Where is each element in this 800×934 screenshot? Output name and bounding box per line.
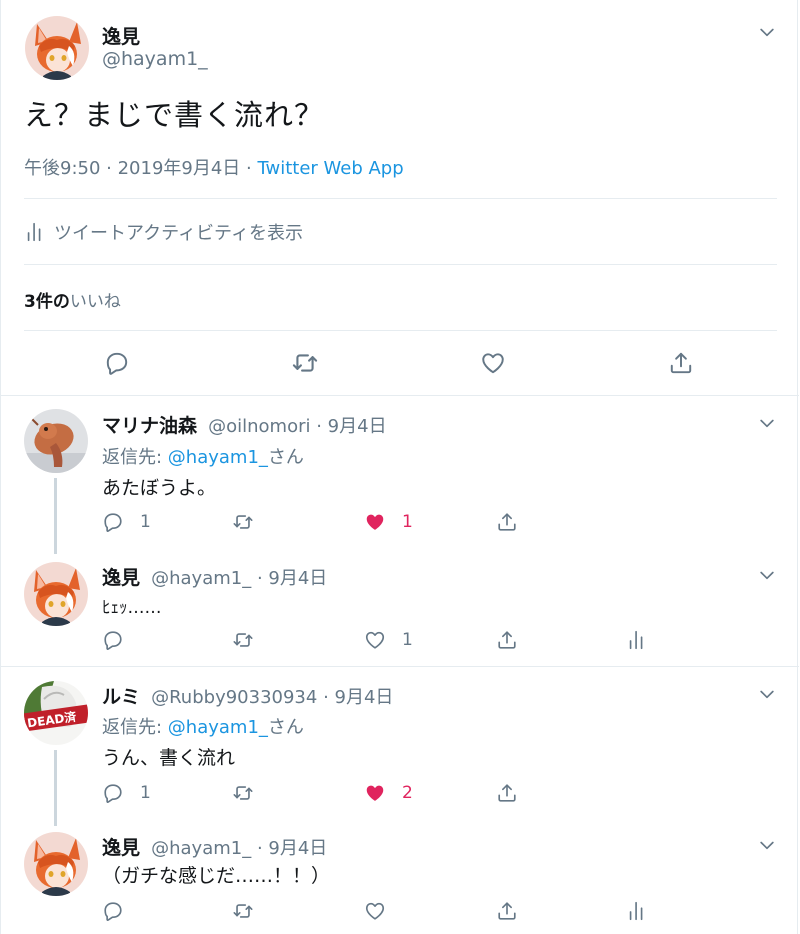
like-button[interactable] bbox=[480, 350, 506, 376]
tweet-timestamp: 午後9:50 · 2019年9月4日 · Twitter Web App bbox=[24, 154, 404, 180]
reply-header: ルミ @Rubby90330934 · 9月4日 bbox=[102, 682, 393, 709]
like-button[interactable] bbox=[364, 898, 386, 924]
author-name[interactable]: 逸見 bbox=[102, 837, 140, 859]
reply-to-prefix: 返信先: bbox=[102, 447, 168, 468]
reply-header: 逸見 @hayam1_ · 9月4日 bbox=[102, 563, 327, 590]
reply-text: あたぼうよ。 bbox=[102, 477, 217, 499]
like-button[interactable]: 1 bbox=[364, 509, 413, 535]
author-name[interactable]: 逸見 bbox=[102, 567, 140, 589]
divider bbox=[24, 198, 777, 199]
analytics-button[interactable] bbox=[626, 898, 648, 924]
retweet-button[interactable] bbox=[232, 898, 254, 924]
author-name[interactable]: ルミ bbox=[102, 686, 140, 708]
reply-to-handle[interactable]: @hayam1_ bbox=[168, 447, 268, 468]
author-name[interactable]: 逸見 bbox=[102, 22, 140, 49]
reply-to-handle[interactable]: @hayam1_ bbox=[168, 717, 268, 738]
reply-text: （ガチな感じだ……！！） bbox=[102, 865, 331, 887]
retweet-button[interactable] bbox=[232, 780, 254, 806]
avatar[interactable] bbox=[25, 16, 89, 80]
reply-button[interactable]: 1 bbox=[102, 780, 151, 806]
reply-header: 逸見 @hayam1_ · 9月4日 bbox=[102, 833, 327, 860]
analytics-button[interactable] bbox=[626, 627, 648, 653]
chevron-down-icon[interactable] bbox=[757, 835, 777, 855]
author-handle[interactable]: @hayam1_ bbox=[102, 48, 208, 70]
reply-header: マリナ油森 @oilnomori · 9月4日 bbox=[102, 411, 387, 438]
like-button[interactable]: 1 bbox=[364, 627, 413, 653]
retweet-button[interactable] bbox=[232, 627, 254, 653]
avatar[interactable]: DEAD済 bbox=[24, 681, 88, 745]
section-divider bbox=[1, 395, 799, 396]
reply-text: うん、書く流れ bbox=[102, 747, 236, 769]
author-handle[interactable]: @oilnomori bbox=[208, 416, 310, 437]
share-button[interactable] bbox=[496, 627, 518, 653]
reply-button[interactable]: 1 bbox=[102, 509, 151, 535]
reply-to-prefix: 返信先: bbox=[102, 717, 168, 738]
chevron-down-icon[interactable] bbox=[757, 684, 777, 704]
author-handle[interactable]: @hayam1_ bbox=[151, 838, 251, 859]
tweet-thread-frame: 逸見 @hayam1_ え？まじで書く流れ？ 午後9:50 · 2019年9月4… bbox=[0, 0, 799, 934]
like-button[interactable]: 2 bbox=[364, 780, 413, 806]
avatar[interactable] bbox=[24, 409, 88, 473]
share-button[interactable] bbox=[496, 780, 518, 806]
divider bbox=[24, 330, 777, 331]
reply-date[interactable]: · 9月4日 bbox=[317, 687, 393, 708]
likes-label: いいね bbox=[69, 292, 121, 312]
share-button[interactable] bbox=[496, 898, 518, 924]
reply-button[interactable] bbox=[104, 350, 130, 376]
tweet-activity-link[interactable]: ツイートアクティビティを表示 bbox=[24, 219, 303, 245]
author-handle[interactable]: @hayam1_ bbox=[151, 568, 251, 589]
tweet-source-link[interactable]: Twitter Web App bbox=[257, 158, 403, 179]
likes-summary[interactable]: 3件のいいね bbox=[24, 287, 121, 312]
retweet-button[interactable] bbox=[232, 509, 254, 535]
chevron-down-icon[interactable] bbox=[757, 565, 777, 585]
share-button[interactable] bbox=[496, 509, 518, 535]
likes-count: 3件の bbox=[24, 292, 70, 312]
reply-button[interactable] bbox=[102, 898, 124, 924]
chevron-down-icon[interactable] bbox=[757, 413, 777, 433]
retweet-button[interactable] bbox=[291, 350, 319, 376]
reply-to: 返信先: @hayam1_さん bbox=[102, 713, 304, 739]
reply-to: 返信先: @hayam1_さん bbox=[102, 443, 304, 469]
reply-count: 1 bbox=[140, 783, 151, 803]
chevron-down-icon[interactable] bbox=[757, 22, 777, 42]
author-name[interactable]: マリナ油森 bbox=[102, 415, 197, 437]
tweet-text: え？まじで書く流れ？ bbox=[24, 98, 325, 132]
thread-line bbox=[54, 478, 57, 554]
like-count: 1 bbox=[402, 630, 413, 650]
author-handle[interactable]: @Rubby90330934 bbox=[151, 687, 317, 708]
like-count: 1 bbox=[402, 512, 413, 532]
like-count: 2 bbox=[402, 783, 413, 803]
reply-text: ﾋｪｯ…… bbox=[102, 598, 162, 618]
analytics-icon bbox=[24, 221, 46, 243]
thread-line bbox=[54, 750, 57, 826]
divider bbox=[24, 264, 777, 265]
share-button[interactable] bbox=[668, 350, 694, 376]
section-divider bbox=[1, 666, 799, 667]
tweet-time[interactable]: 午後9:50 · 2019年9月4日 · bbox=[24, 158, 257, 179]
reply-to-suffix: さん bbox=[267, 717, 304, 738]
avatar[interactable] bbox=[24, 562, 88, 626]
avatar[interactable] bbox=[24, 832, 88, 896]
tweet-activity-label: ツイートアクティビティを表示 bbox=[54, 223, 303, 244]
reply-date[interactable]: · 9月4日 bbox=[251, 568, 327, 589]
reply-date[interactable]: · 9月4日 bbox=[251, 838, 327, 859]
reply-count: 1 bbox=[140, 512, 151, 532]
reply-button[interactable] bbox=[102, 627, 124, 653]
reply-date[interactable]: · 9月4日 bbox=[311, 416, 386, 437]
reply-to-suffix: さん bbox=[267, 447, 304, 468]
